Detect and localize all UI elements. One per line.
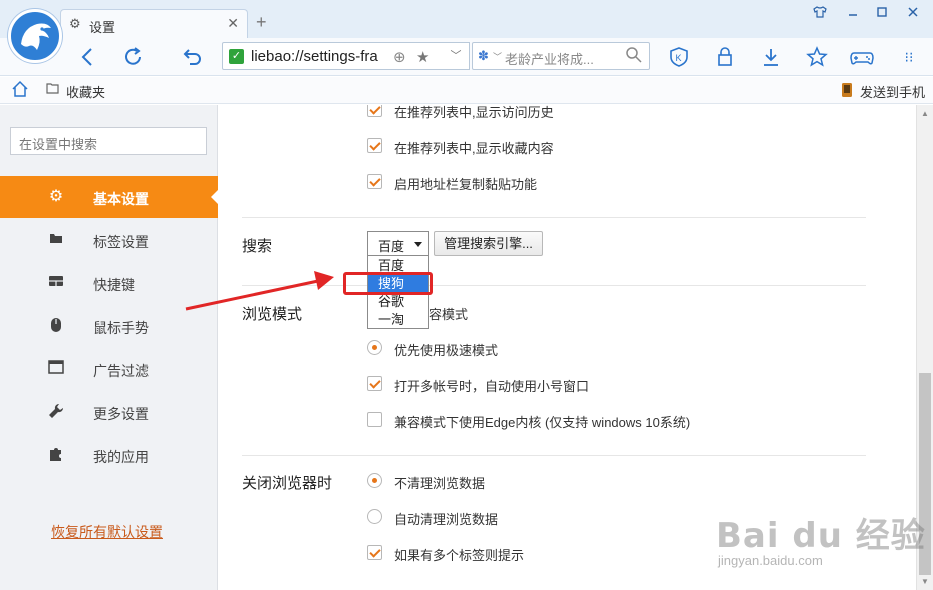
section-title-on-close: 关闭浏览器时	[242, 475, 333, 492]
sidebar-item-label: 广告过滤	[93, 363, 149, 379]
tab-title: 设置	[89, 20, 116, 35]
dropdown-option-etao[interactable]: 一淘	[368, 311, 428, 329]
sidebar-item-label: 我的应用	[93, 449, 149, 465]
sidebar-item-label: 快捷键	[93, 277, 135, 293]
option-label: 自动清理浏览数据	[394, 512, 499, 527]
checkbox[interactable]	[367, 174, 382, 189]
option-label: 不清理浏览数据	[394, 476, 486, 491]
restore-defaults-link[interactable]: 恢复所有默认设置	[51, 522, 163, 542]
shirt-icon[interactable]	[810, 6, 830, 21]
refresh-icon[interactable]	[122, 46, 144, 68]
search-input[interactable]: 老龄产业将成...	[505, 49, 594, 68]
search-icon[interactable]	[625, 46, 643, 69]
window-icon	[47, 360, 65, 378]
checkbox[interactable]	[367, 376, 382, 391]
favorite-star-icon[interactable]: ★	[416, 48, 429, 66]
shield-k-icon[interactable]: K	[668, 46, 690, 68]
dropdown-option-google[interactable]: 谷歌	[368, 293, 428, 311]
option-label: 在推荐列表中,显示访问历史	[394, 105, 554, 120]
sidebar-item-ad-filter[interactable]: 广告过滤	[0, 348, 218, 390]
sidebar-item-label: 更多设置	[93, 406, 149, 422]
sidebar-item-basic-settings[interactable]: ⚙ 基本设置	[0, 176, 219, 218]
maximize-icon[interactable]	[872, 6, 892, 21]
section-divider	[242, 285, 866, 286]
star-icon[interactable]	[806, 46, 828, 68]
baidu-paw-icon: ✽	[478, 48, 489, 63]
baidu-watermark: Bai du 经验 jingyan.baidu.com	[716, 508, 926, 568]
sidebar-item-shortcuts[interactable]: 快捷键	[0, 262, 218, 304]
download-icon[interactable]	[760, 46, 782, 68]
favorites-folder[interactable]: 收藏夹	[66, 82, 105, 101]
settings-search-input[interactable]: 在设置中搜索	[10, 127, 207, 155]
sidebar-item-my-apps[interactable]: 我的应用	[0, 434, 218, 476]
settings-wheel-icon[interactable]: ⊕	[393, 48, 406, 66]
address-dropdown[interactable]: ﹀	[443, 42, 470, 70]
sidebar-item-label: 鼠标手势	[93, 320, 149, 336]
highlight-annotation-box	[343, 272, 433, 295]
sidebar-item-label: 基本设置	[93, 191, 149, 207]
folder-icon	[46, 82, 59, 97]
search-box[interactable]: ✽ ﹀ 老龄产业将成...	[472, 42, 650, 70]
settings-search-placeholder: 在设置中搜索	[19, 137, 98, 152]
section-title-search: 搜索	[242, 238, 273, 255]
radio-button[interactable]	[367, 473, 382, 488]
section-divider	[242, 455, 866, 456]
navigation-toolbar: ✓ liebao://settings-fra ⊕ ★ ﹀ ✽ ﹀ 老龄产业将成…	[0, 38, 933, 76]
secure-check-icon: ✓	[229, 49, 244, 64]
svg-text:K: K	[676, 53, 682, 63]
tab-icon	[47, 231, 65, 249]
lock-icon[interactable]	[714, 46, 736, 68]
wrench-icon	[47, 403, 65, 421]
manage-search-engines-button[interactable]: 管理搜索引擎...	[434, 231, 543, 256]
gear-icon: ⚙	[69, 16, 81, 31]
mouse-icon	[47, 317, 65, 335]
sidebar-item-tab-settings[interactable]: 标签设置	[0, 219, 218, 261]
scroll-up-icon[interactable]: ▲	[921, 109, 929, 118]
gear-icon: ⚙	[48, 188, 64, 205]
option-label: 优先使用极速模式	[394, 343, 499, 358]
sidebar-item-more-settings[interactable]: 更多设置	[0, 391, 218, 433]
back-icon[interactable]	[77, 46, 99, 68]
new-tab-button[interactable]: +	[256, 13, 267, 31]
chevron-down-icon[interactable]: ﹀	[493, 50, 502, 63]
undo-icon[interactable]	[182, 46, 204, 68]
title-bar: ⚙ 设置 ✕ +	[0, 0, 933, 38]
close-icon[interactable]: ✕	[227, 15, 239, 32]
address-bar[interactable]: ✓ liebao://settings-fra ⊕ ★	[222, 42, 470, 70]
checkbox[interactable]	[367, 138, 382, 153]
section-divider	[242, 217, 866, 218]
checkbox[interactable]	[367, 412, 382, 427]
address-url[interactable]: liebao://settings-fra	[251, 48, 378, 65]
radio-button[interactable]	[367, 509, 382, 524]
checkbox[interactable]	[367, 105, 382, 117]
minimize-icon[interactable]	[843, 6, 863, 21]
option-label: 如果有多个标签则提示	[394, 548, 525, 563]
settings-sidebar: 在设置中搜索 ⚙ 基本设置 标签设置 快捷键 鼠标手势 广告过滤 更多设置 我的…	[0, 105, 219, 590]
phone-icon	[841, 82, 853, 101]
send-to-phone[interactable]: 发送到手机	[860, 82, 925, 101]
more-icon[interactable]: ⁝⁝	[898, 46, 920, 68]
sidebar-item-mouse-gestures[interactable]: 鼠标手势	[0, 305, 218, 347]
puzzle-icon	[47, 446, 65, 464]
chevron-down-icon	[414, 242, 422, 247]
radio-button[interactable]	[367, 340, 382, 355]
sidebar-item-label: 标签设置	[93, 234, 149, 250]
option-label: 兼容模式下使用Edge内核 (仅支持 windows 10系统)	[394, 415, 691, 430]
option-label: 启用地址栏复制黏贴功能	[394, 177, 538, 192]
option-label: 打开多帐号时，自动使用小号窗口	[394, 379, 590, 394]
tab-settings[interactable]: ⚙ 设置 ✕	[60, 9, 248, 38]
checkbox[interactable]	[367, 545, 382, 560]
search-engine-select[interactable]: 百度	[367, 231, 429, 256]
home-icon[interactable]	[11, 80, 29, 101]
selected-engine: 百度	[378, 239, 405, 254]
section-title-browse-mode: 浏览模式	[242, 306, 303, 323]
gamepad-icon[interactable]	[850, 46, 874, 68]
scroll-down-icon[interactable]: ▼	[921, 577, 929, 586]
watermark-text: Bai du 经验	[716, 516, 926, 556]
cheetah-logo	[8, 9, 62, 63]
option-label: 在推荐列表中,显示收藏内容	[394, 141, 554, 156]
bookmarks-bar: 收藏夹 发送到手机	[0, 77, 933, 104]
keyboard-icon	[47, 274, 65, 292]
close-icon[interactable]	[903, 6, 923, 21]
